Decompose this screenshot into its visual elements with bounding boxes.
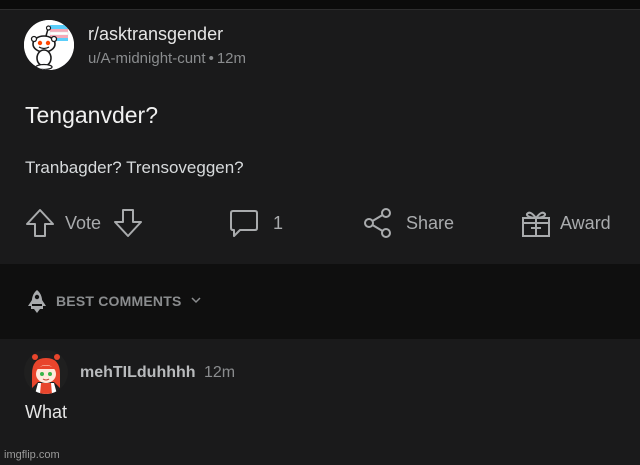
post-meta: u/A-midnight-cunt • 12m [88, 50, 246, 67]
comment-text: What [25, 402, 68, 422]
vote-control: Vote [25, 205, 143, 241]
reddit-post-screen: r/asktransgender u/A-midnight-cunt • 12m T… [0, 0, 640, 465]
comment-author[interactable]: mehTILduhhhh [80, 364, 196, 382]
share-button[interactable]: Share [362, 205, 454, 241]
award-icon [522, 211, 550, 237]
sort-label[interactable]: BEST COMMENTS [56, 293, 182, 309]
comments-count: 1 [273, 212, 284, 233]
post-title[interactable]: Tenganvder? [25, 102, 158, 129]
award-label: Award [560, 212, 611, 233]
post-author[interactable]: u/A-midnight-cunt [88, 50, 206, 67]
share-label: Share [406, 212, 455, 233]
comment-age: 12m [204, 364, 236, 381]
subreddit-name[interactable]: r/asktransgender [88, 24, 223, 45]
comment-icon [230, 210, 258, 237]
award-button[interactable]: Award [520, 205, 611, 241]
vote-label: Vote [65, 212, 102, 233]
chevron-down-icon[interactable] [190, 294, 202, 306]
post-body: Tranbagder? Trensoveggen? [25, 158, 244, 177]
snoo-avatar-icon [24, 20, 74, 70]
top-divider [0, 0, 640, 10]
meta-separator: • [208, 50, 214, 67]
rocket-icon [28, 290, 46, 313]
post-age: 12m [216, 50, 247, 67]
subreddit-avatar[interactable] [24, 20, 74, 70]
downvote-icon[interactable] [113, 207, 143, 239]
upvote-icon[interactable] [25, 207, 55, 239]
share-icon [364, 208, 391, 238]
comments-button[interactable]: 1 [229, 205, 283, 241]
commenter-avatar[interactable] [24, 350, 68, 394]
watermark: imgflip.com [4, 449, 60, 461]
comments-section [0, 339, 640, 465]
avatar-icon [24, 350, 68, 394]
